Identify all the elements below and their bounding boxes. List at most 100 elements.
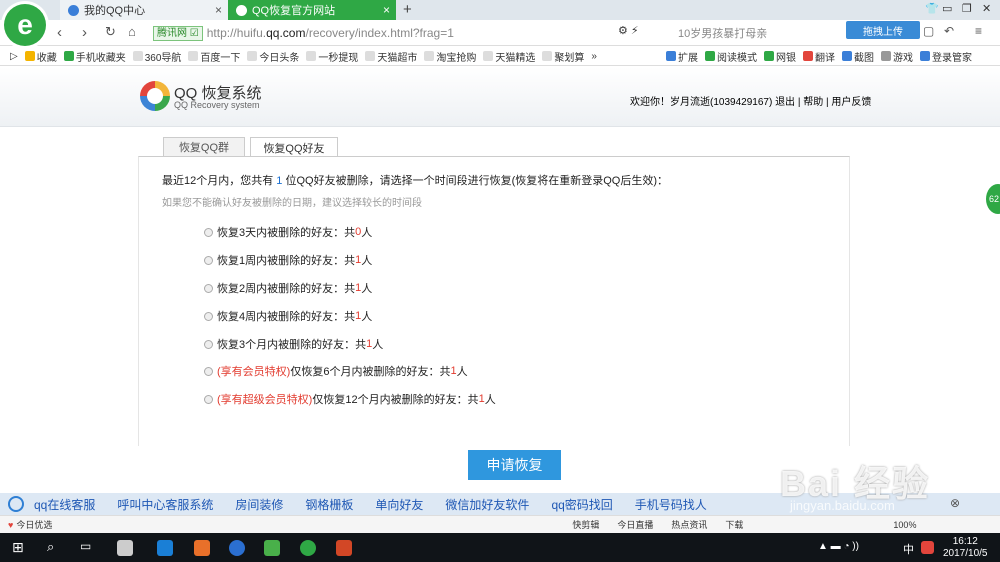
option-12-months[interactable]: (享有超级会员特权) 仅恢复12个月内被删除的好友：共 1 人 (204, 391, 496, 407)
minimize-icon[interactable]: ▭ (942, 2, 952, 15)
tool-bank[interactable]: 网银 (763, 49, 796, 64)
refresh-icon[interactable]: ↻ (105, 24, 116, 40)
promo-link[interactable]: 房间装修 (235, 496, 283, 513)
bookmark-cash[interactable]: 一秒提现 (306, 49, 358, 64)
tool-reader[interactable]: 阅读模式 (704, 49, 757, 64)
logout-link[interactable]: 退出 (775, 97, 795, 108)
fan-app-icon[interactable] (117, 540, 133, 556)
windows-start-icon[interactable]: ⊞ (12, 539, 24, 556)
radio-button[interactable] (204, 366, 213, 376)
restore-icon[interactable]: ❐ (962, 2, 972, 15)
option-4-weeks[interactable]: 恢复4周内被删除的好友：共 1 人 (204, 308, 372, 324)
sidebar-toggle-icon[interactable]: ▷ (10, 51, 18, 62)
option-1-week[interactable]: 恢复1周内被删除的好友：共 1 人 (204, 252, 372, 268)
recovery-favicon-icon (236, 4, 247, 16)
tool-translate[interactable]: 翻译 (802, 49, 835, 64)
feedback-link[interactable]: 用户反馈 (831, 97, 871, 108)
home-icon[interactable]: ⌂ (128, 24, 136, 39)
promo-link[interactable]: 微信加好友软件 (445, 496, 529, 513)
bookmark-mobile[interactable]: 手机收藏夹 (63, 49, 126, 64)
user-links: 欢迎你！岁月流逝(1039429167) 退出 | 帮助 | 用户反馈 (630, 97, 872, 108)
promo-link[interactable]: 呼叫中心客服系统 (117, 496, 213, 513)
close-tab-icon[interactable]: × (215, 3, 222, 17)
back-icon[interactable]: ‹ (57, 24, 62, 41)
iqiyi-icon[interactable] (264, 540, 280, 556)
url-text[interactable]: http://huifu.qq.com/recovery/index.html?… (207, 26, 454, 40)
bookmark-favorites[interactable]: 收藏 (24, 49, 57, 64)
daily-pick-label[interactable]: 今日优选 (16, 518, 52, 531)
status-quickclip[interactable]: 快剪辑 (572, 518, 599, 531)
firefox-icon[interactable] (194, 540, 210, 556)
option-6-months[interactable]: (享有会员特权) 仅恢复6个月内被删除的好友：共 1 人 (204, 363, 468, 379)
promo-link[interactable]: 单向好友 (375, 496, 423, 513)
search-icon[interactable]: ⌕ (47, 539, 54, 555)
site-subtitle: QQ Recovery system (174, 100, 260, 110)
bookmark-baidu[interactable]: 百度一下 (188, 49, 240, 64)
drag-upload-button[interactable]: 拖拽上传 (846, 21, 920, 39)
status-live[interactable]: 今日直播 (617, 518, 653, 531)
help-link[interactable]: 帮助 (803, 97, 823, 108)
apply-recovery-button[interactable]: 申请恢复 (468, 450, 561, 480)
radio-button[interactable] (204, 394, 213, 404)
secure-badge[interactable]: 腾讯网 ☑ (153, 25, 203, 41)
bookmark-360[interactable]: 360导航 (132, 49, 181, 64)
tray-icons[interactable]: ▲ ▬ ◔ )) (818, 541, 859, 552)
status-news[interactable]: 热点资讯 (671, 518, 707, 531)
more-icon[interactable]: ≡ (975, 24, 982, 38)
promo-link[interactable]: qq密码找回 (551, 496, 612, 513)
browser-logo-icon[interactable]: e (4, 4, 46, 46)
radio-button[interactable] (204, 283, 213, 293)
zoom-level[interactable]: 100% (893, 520, 916, 530)
tab-label: 我的QQ中心 (84, 5, 146, 17)
bookmark-tmall-select[interactable]: 天猫精选 (483, 49, 535, 64)
radio-button[interactable] (204, 255, 213, 265)
menu-icon[interactable]: ▢ (923, 24, 934, 38)
option-3-days[interactable]: 恢复3天内被删除的好友：共 0 人 (204, 224, 372, 240)
close-tab-icon[interactable]: × (383, 3, 390, 17)
new-tab-button[interactable]: + (403, 1, 412, 18)
search-icon[interactable] (8, 496, 24, 512)
tab-recover-groups[interactable]: 恢复QQ群 (163, 137, 245, 156)
tool-extensions[interactable]: 扩展 (665, 49, 698, 64)
hint-text: 如果您不能确认好友被删除的日期，建议选择较长的时间段 (162, 198, 422, 209)
undo-icon[interactable]: ↶ (944, 24, 954, 38)
close-window-icon[interactable]: ✕ (982, 2, 991, 15)
side-float-badge[interactable]: 62 (986, 184, 1000, 214)
tool-login-manager[interactable]: 登录管家 (919, 49, 972, 64)
forward-icon[interactable]: › (82, 24, 87, 41)
promo-link[interactable]: qq在线客服 (34, 496, 95, 513)
windows-taskbar: ⊞ ⌕ ▭ ▲ ▬ ◔ )) 中 16:12 2017/10/5 (0, 533, 1000, 562)
sogou-ime-icon[interactable] (921, 541, 934, 554)
tab-qq-recovery[interactable]: QQ恢复官方网站 × (228, 0, 396, 20)
sogou-browser-icon[interactable] (229, 540, 245, 556)
tab-recover-friends[interactable]: 恢复QQ好友 (250, 137, 338, 157)
bookmark-juhuasuan[interactable]: 聚划算 (542, 49, 584, 64)
bookmark-toutiao[interactable]: 今日头条 (247, 49, 299, 64)
search-input[interactable]: 10岁男孩暴打母亲 (678, 25, 767, 41)
radio-button[interactable] (204, 339, 213, 349)
system-clock[interactable]: 16:12 2017/10/5 (943, 536, 988, 560)
task-view-icon[interactable]: ▭ (80, 539, 91, 553)
edge-icon[interactable] (157, 540, 173, 556)
tool-games[interactable]: 游戏 (880, 49, 913, 64)
360-browser-icon[interactable] (300, 540, 316, 556)
radio-button[interactable] (204, 227, 213, 237)
page-tools-icon[interactable]: ⚙ ⚡ (618, 24, 639, 37)
status-download[interactable]: 下载 (725, 518, 743, 531)
ime-indicator[interactable]: 中 (903, 541, 914, 557)
powerpoint-icon[interactable] (336, 540, 352, 556)
radio-button[interactable] (204, 311, 213, 321)
close-icon[interactable]: ⊗ (950, 496, 960, 510)
option-3-months[interactable]: 恢复3个月内被删除的好友：共 1 人 (204, 336, 383, 352)
welcome-text: 欢迎你！岁月流逝(1039429167) (630, 97, 773, 108)
more-bookmarks-icon[interactable]: » (591, 51, 597, 62)
option-2-weeks[interactable]: 恢复2周内被删除的好友：共 1 人 (204, 280, 372, 296)
bookmark-taobao[interactable]: 淘宝抢购 (424, 49, 476, 64)
bookmark-tmall-market[interactable]: 天猫超市 (365, 49, 417, 64)
tab-qq-center[interactable]: 我的QQ中心 × (60, 0, 228, 20)
promo-link[interactable]: 钢格栅板 (305, 496, 353, 513)
tool-screenshot[interactable]: 截图 (841, 49, 874, 64)
qq-recovery-logo-icon (140, 81, 170, 111)
skin-icon[interactable]: 👕 (925, 2, 939, 15)
promo-link[interactable]: 手机号码找人 (635, 496, 707, 513)
